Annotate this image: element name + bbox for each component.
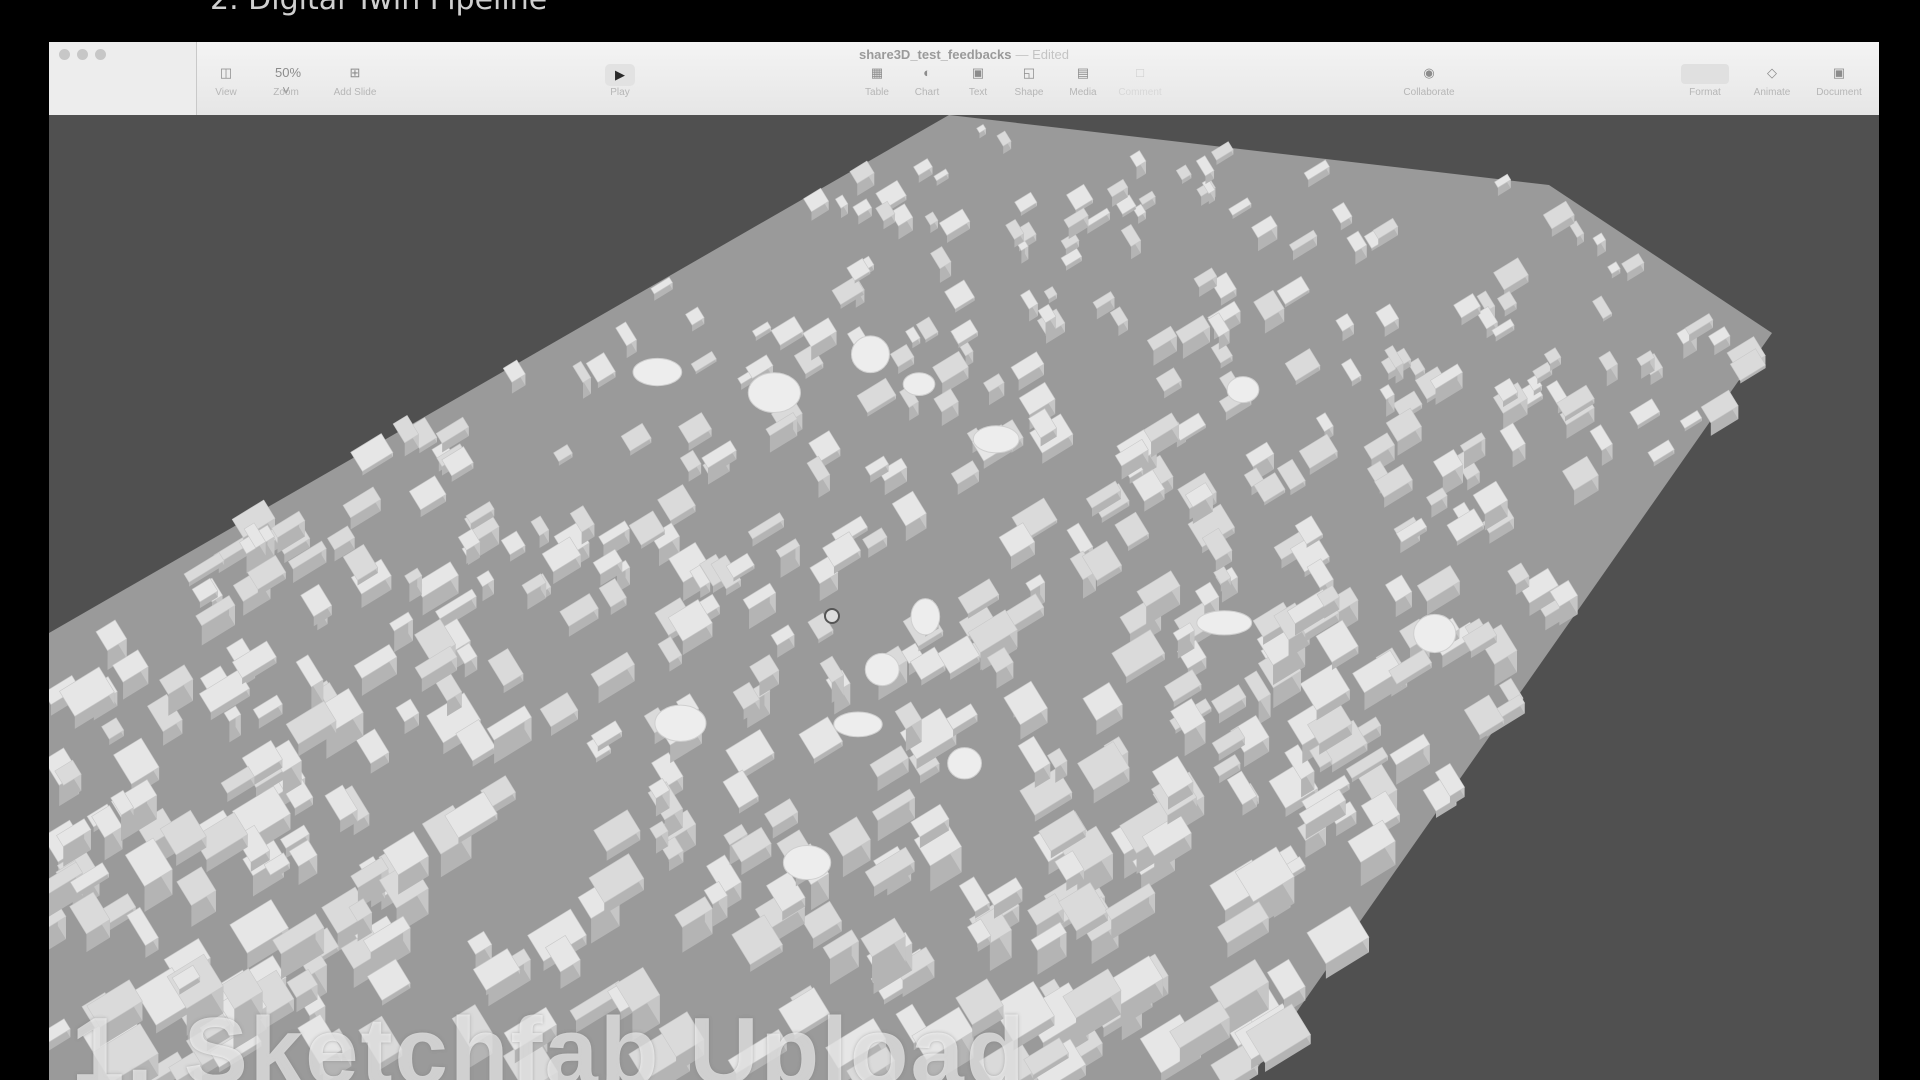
- text-icon: ▣: [971, 65, 985, 80]
- zoom-value: 50% ˅: [275, 64, 301, 98]
- collaborate-button[interactable]: ◉ Collaborate: [1394, 64, 1464, 98]
- dome: [1196, 610, 1253, 636]
- zoom-percentage: 50%: [275, 65, 302, 80]
- document-title: share3D_test_feedbacks — Edited: [49, 47, 1879, 62]
- keynote-window: share3D_test_feedbacks — Edited ◫ View 50…: [49, 42, 1879, 1080]
- document-icon: ▣: [1832, 65, 1846, 80]
- dome: [1226, 376, 1260, 404]
- format-label: Format: [1689, 87, 1721, 98]
- format-button[interactable]: Format: [1675, 64, 1735, 98]
- animate-label: Animate: [1753, 87, 1791, 98]
- view-label: View: [215, 87, 237, 98]
- paintbrush-icon: [1681, 64, 1729, 84]
- view-button[interactable]: ◫ View: [196, 64, 256, 98]
- comment-label: Comment: [1118, 87, 1162, 98]
- add-slide-label: Add Slide: [333, 87, 377, 98]
- comment-button[interactable]: □ Comment: [1110, 64, 1170, 98]
- dome: [972, 425, 1020, 454]
- dome: [632, 357, 683, 387]
- collaborate-icon: ◉: [1423, 65, 1435, 80]
- add-slide-icon: ⊞: [349, 65, 361, 80]
- slide-caption: 1. Sketchfab Upload: [71, 998, 1027, 1080]
- add-slide-button[interactable]: ⊞ Add Slide: [325, 64, 385, 98]
- sidebar-icon: ◫: [219, 65, 233, 80]
- document-name: share3D_test_feedbacks: [859, 47, 1012, 62]
- play-icon: ▶: [605, 64, 635, 86]
- comment-icon: □: [1136, 65, 1144, 80]
- shape-button[interactable]: ◱ Shape: [999, 64, 1059, 98]
- play-label: Play: [610, 87, 630, 98]
- dome: [782, 845, 832, 881]
- dome: [654, 704, 707, 742]
- document-label: Document: [1816, 87, 1862, 98]
- animate-icon: ◇: [1767, 65, 1777, 80]
- edited-indicator: — Edited: [1015, 47, 1069, 62]
- media-label: Media: [1069, 87, 1097, 98]
- table-icon: ▦: [870, 65, 884, 80]
- zoom-dropdown[interactable]: 50% ˅ Zoom: [256, 64, 316, 98]
- play-button[interactable]: ▶ Play: [590, 64, 650, 98]
- media-button[interactable]: ▤ Media: [1053, 64, 1113, 98]
- dome: [910, 598, 941, 636]
- video-caption: 2. Digital Twin Pipeline: [210, 0, 547, 17]
- dome: [902, 372, 936, 397]
- toolbar: share3D_test_feedbacks — Edited ◫ View 50…: [49, 42, 1879, 116]
- dome: [947, 747, 982, 780]
- orbit-cursor-icon: [824, 608, 840, 624]
- dome: [833, 711, 883, 738]
- chart-icon: ◐: [923, 65, 931, 80]
- shape-icon: ◱: [1022, 65, 1036, 80]
- dome: [747, 372, 801, 414]
- dome: [1413, 613, 1457, 654]
- shape-label: Shape: [1014, 87, 1044, 98]
- city-3d-model-viewport[interactable]: [49, 115, 1879, 1080]
- collaborate-label: Collaborate: [1403, 87, 1455, 98]
- zoom-label: Zoom: [273, 87, 299, 98]
- media-icon: ▤: [1076, 65, 1090, 80]
- document-button[interactable]: ▣ Document: [1809, 64, 1869, 98]
- animate-button[interactable]: ◇ Animate: [1742, 64, 1802, 98]
- dome: [864, 652, 900, 687]
- dome: [850, 335, 890, 374]
